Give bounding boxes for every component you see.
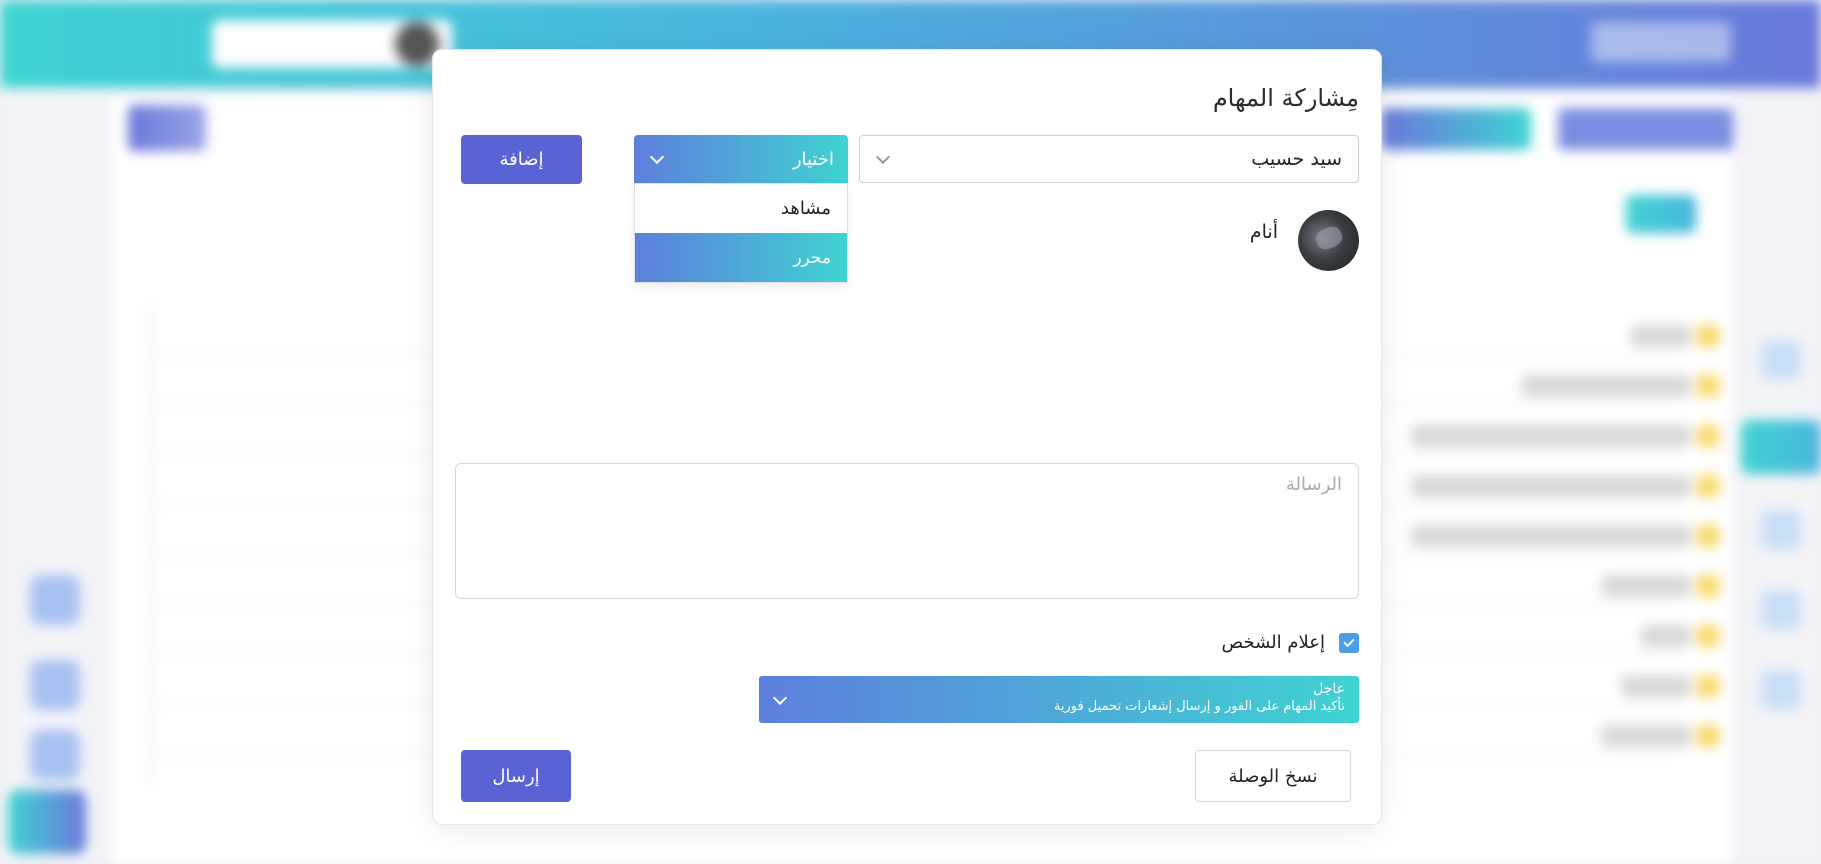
bg-row xyxy=(1411,475,1719,497)
bg-left-widget xyxy=(128,105,206,151)
bg-active-tab xyxy=(1626,195,1696,233)
bg-row xyxy=(1621,675,1719,697)
message-input[interactable] xyxy=(455,463,1359,599)
bg-row xyxy=(1411,525,1719,547)
bg-row xyxy=(1411,425,1719,447)
send-button[interactable]: إرسال xyxy=(461,750,571,802)
modal-title: مِشاركة المهام xyxy=(1212,84,1359,112)
priority-select[interactable]: عاجل تأكيد المهام على الفور و إرسال إشعا… xyxy=(759,676,1359,723)
share-tasks-modal: مِشاركة المهام سيد حسيب اختيار مشاهد محر… xyxy=(432,49,1382,825)
bg-row xyxy=(1631,325,1719,347)
member-name: أنام xyxy=(1249,220,1278,243)
chevron-down-icon xyxy=(649,149,665,165)
bg-logo xyxy=(1591,22,1731,62)
copy-link-button[interactable]: نسخ الوصلة xyxy=(1195,750,1351,802)
bg-action-button xyxy=(1381,108,1531,150)
bg-row xyxy=(1641,625,1719,647)
bg-row xyxy=(1601,575,1719,597)
priority-title: عاجل xyxy=(1313,681,1345,697)
role-option-editor[interactable]: محرر xyxy=(635,233,847,282)
user-select-value: سيد حسيب xyxy=(1251,148,1342,170)
bg-row xyxy=(1601,725,1719,747)
user-select[interactable]: سيد حسيب xyxy=(859,135,1359,183)
bg-row xyxy=(1521,375,1719,397)
bg-page-title xyxy=(1558,108,1733,150)
notify-label: إعلام الشخص xyxy=(1221,632,1325,653)
add-button[interactable]: إضافة xyxy=(461,135,582,184)
role-select[interactable]: اختيار xyxy=(634,135,848,183)
priority-description: تأكيد المهام على الفور و إرسال إشعارات ت… xyxy=(1053,699,1345,714)
notify-checkbox[interactable] xyxy=(1339,632,1359,653)
role-select-value: اختيار xyxy=(792,148,834,170)
notify-person: إعلام الشخص xyxy=(1221,632,1359,653)
avatar xyxy=(1298,210,1359,271)
role-option-viewer[interactable]: مشاهد xyxy=(635,184,847,233)
shared-member: أنام xyxy=(1250,210,1359,271)
chevron-down-icon xyxy=(875,149,891,165)
bg-right-nav xyxy=(1741,330,1821,710)
role-dropdown-menu: مشاهد محرر xyxy=(634,183,848,283)
